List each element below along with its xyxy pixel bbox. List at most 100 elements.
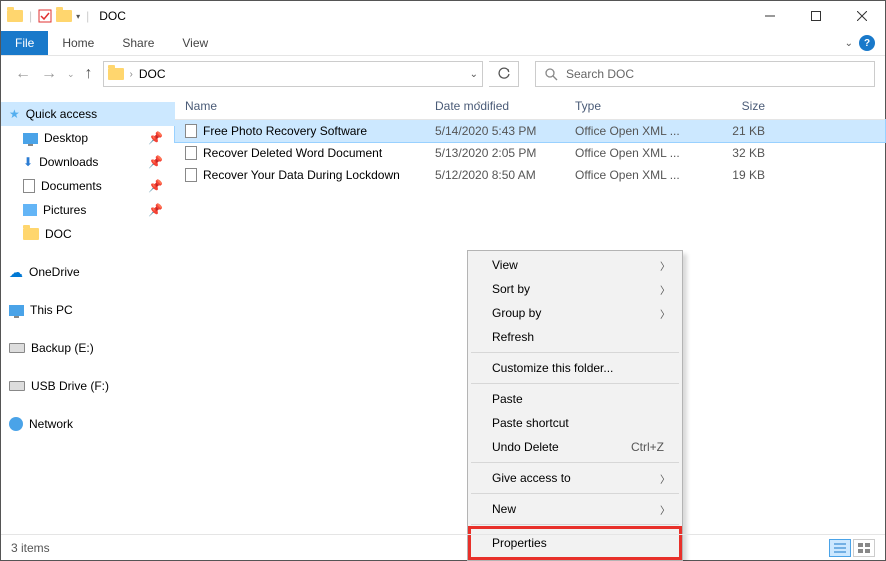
column-date[interactable]: Date modified bbox=[435, 99, 575, 113]
ctx-label: Sort by bbox=[492, 282, 530, 296]
ctx-new[interactable]: New〉 bbox=[470, 497, 680, 521]
pin-icon: 📌 bbox=[148, 203, 163, 217]
ribbon-tabs: File Home Share View ⌄ ? bbox=[1, 31, 885, 56]
forward-button[interactable]: → bbox=[41, 65, 57, 83]
file-type: Office Open XML ... bbox=[575, 146, 695, 160]
cloud-icon: ☁ bbox=[9, 264, 23, 281]
file-row[interactable]: Recover Your Data During Lockdown5/12/20… bbox=[175, 164, 885, 186]
sidebar-doc[interactable]: DOC bbox=[1, 222, 175, 246]
search-icon bbox=[544, 67, 558, 81]
ctx-label: New bbox=[492, 502, 516, 516]
context-menu: View〉 Sort by 〉 Group by〉 Refresh Customi… bbox=[467, 250, 683, 561]
file-size: 32 KB bbox=[695, 146, 775, 160]
file-type: Office Open XML ... bbox=[575, 168, 695, 182]
sidebar-item-label: Documents bbox=[41, 179, 102, 193]
ctx-sort-by[interactable]: Sort by 〉 bbox=[470, 277, 680, 301]
nav-arrows: ← → ⌄ ↑ bbox=[11, 65, 97, 83]
file-row[interactable]: Free Photo Recovery Software5/14/2020 5:… bbox=[175, 120, 885, 142]
file-name: Recover Your Data During Lockdown bbox=[203, 168, 400, 182]
ctx-label: Paste bbox=[492, 392, 523, 406]
sidebar-network[interactable]: Network bbox=[1, 412, 175, 436]
file-tab[interactable]: File bbox=[1, 31, 48, 55]
file-row[interactable]: Recover Deleted Word Document 5/13/2020 2… bbox=[175, 142, 885, 164]
sidebar-item-label: Backup (E:) bbox=[31, 341, 94, 355]
separator bbox=[471, 352, 679, 353]
file-size: 21 KB bbox=[695, 124, 775, 138]
sidebar-item-label: Quick access bbox=[26, 107, 97, 121]
thumbnails-view-button[interactable] bbox=[853, 539, 875, 557]
dropdown-icon[interactable]: ▾ bbox=[76, 12, 80, 21]
sidebar-downloads[interactable]: ⬇ Downloads 📌 bbox=[1, 150, 175, 174]
ctx-label: Customize this folder... bbox=[492, 361, 613, 375]
checkmark-icon[interactable] bbox=[38, 9, 52, 23]
document-icon bbox=[23, 179, 35, 193]
sidebar-pictures[interactable]: Pictures 📌 bbox=[1, 198, 175, 222]
chevron-down-icon[interactable]: ⌄ bbox=[470, 69, 478, 80]
document-icon bbox=[185, 124, 197, 138]
sidebar-onedrive[interactable]: ☁ OneDrive bbox=[1, 260, 175, 284]
sidebar-item-label: OneDrive bbox=[29, 265, 80, 279]
sidebar-this-pc[interactable]: This PC bbox=[1, 298, 175, 322]
sidebar-item-label: Desktop bbox=[44, 131, 88, 145]
ctx-label: Refresh bbox=[492, 330, 534, 344]
ctx-paste-shortcut[interactable]: Paste shortcut bbox=[470, 411, 680, 435]
column-size[interactable]: Size bbox=[695, 99, 775, 113]
ctx-customize[interactable]: Customize this folder... bbox=[470, 356, 680, 380]
view-tab[interactable]: View bbox=[168, 31, 222, 55]
window-title: DOC bbox=[99, 9, 126, 23]
close-button[interactable] bbox=[839, 1, 885, 31]
main-area: ★ Quick access Desktop 📌 ⬇ Downloads 📌 D… bbox=[1, 92, 885, 536]
back-button[interactable]: ← bbox=[15, 65, 31, 83]
recent-dropdown[interactable]: ⌄ bbox=[67, 69, 75, 80]
chevron-down-icon[interactable]: ⌄ bbox=[845, 38, 853, 49]
chevron-right-icon[interactable]: › bbox=[130, 69, 133, 80]
sidebar-item-label: Pictures bbox=[43, 203, 86, 217]
shortcut-text: Ctrl+Z bbox=[631, 440, 664, 454]
file-name: Recover Deleted Word Document bbox=[203, 146, 382, 160]
refresh-button[interactable] bbox=[489, 61, 519, 87]
address-input[interactable]: › DOC ⌄ bbox=[103, 61, 483, 87]
ctx-refresh[interactable]: Refresh bbox=[470, 325, 680, 349]
up-button[interactable]: ↑ bbox=[85, 65, 93, 83]
document-icon bbox=[185, 168, 197, 182]
sidebar-documents[interactable]: Documents 📌 bbox=[1, 174, 175, 198]
navigation-pane: ★ Quick access Desktop 📌 ⬇ Downloads 📌 D… bbox=[1, 92, 175, 536]
home-tab[interactable]: Home bbox=[48, 31, 108, 55]
ctx-undo-delete[interactable]: Undo DeleteCtrl+Z bbox=[470, 435, 680, 459]
search-input[interactable]: Search DOC bbox=[535, 61, 875, 87]
help-icon[interactable]: ? bbox=[859, 35, 875, 51]
pin-icon: 📌 bbox=[148, 179, 163, 193]
ctx-label: Give access to bbox=[492, 471, 571, 485]
sort-indicator-icon: ⌃ bbox=[475, 100, 483, 111]
view-toggles bbox=[829, 539, 875, 557]
pin-icon: 📌 bbox=[148, 131, 163, 145]
share-tab[interactable]: Share bbox=[108, 31, 168, 55]
folder-icon bbox=[7, 10, 23, 22]
folder-icon[interactable] bbox=[56, 10, 72, 22]
separator bbox=[471, 524, 679, 525]
column-name[interactable]: Name bbox=[175, 99, 435, 113]
ctx-label: Group by bbox=[492, 306, 541, 320]
sidebar-backup[interactable]: Backup (E:) bbox=[1, 336, 175, 360]
sidebar-desktop[interactable]: Desktop 📌 bbox=[1, 126, 175, 150]
sidebar-usb[interactable]: USB Drive (F:) bbox=[1, 374, 175, 398]
window-controls bbox=[747, 1, 885, 31]
sidebar-quick-access[interactable]: ★ Quick access bbox=[1, 102, 175, 126]
divider: | bbox=[86, 9, 89, 23]
pictures-icon bbox=[23, 204, 37, 216]
file-date: 5/13/2020 2:05 PM bbox=[435, 146, 575, 160]
sidebar-item-label: Network bbox=[29, 417, 73, 431]
ctx-paste[interactable]: Paste bbox=[470, 387, 680, 411]
column-type[interactable]: Type bbox=[575, 99, 695, 113]
file-date: 5/14/2020 5:43 PM bbox=[435, 124, 575, 138]
details-view-button[interactable] bbox=[829, 539, 851, 557]
maximize-button[interactable] bbox=[793, 1, 839, 31]
ctx-view[interactable]: View〉 bbox=[470, 253, 680, 277]
separator bbox=[471, 493, 679, 494]
minimize-button[interactable] bbox=[747, 1, 793, 31]
ctx-group-by[interactable]: Group by〉 bbox=[470, 301, 680, 325]
chevron-right-icon: 〉 bbox=[660, 282, 670, 297]
ctx-give-access[interactable]: Give access to〉 bbox=[470, 466, 680, 490]
separator bbox=[471, 462, 679, 463]
status-bar: 3 items bbox=[1, 534, 885, 560]
